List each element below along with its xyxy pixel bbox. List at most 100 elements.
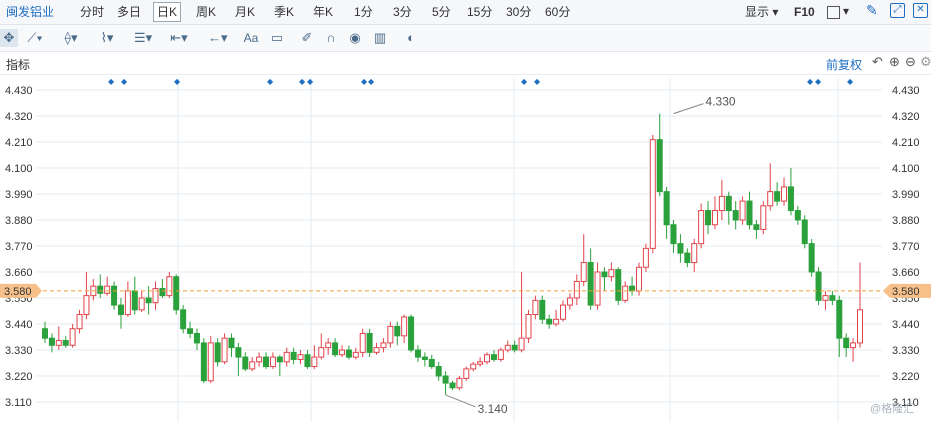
close-icon[interactable]: ✕ <box>913 3 928 18</box>
y-tick-left: 3.330 <box>5 345 33 357</box>
candle-body <box>490 354 497 360</box>
candle-body <box>166 276 173 297</box>
indicator-label[interactable]: 指标 <box>6 56 30 73</box>
event-marker: ◆ <box>807 77 814 86</box>
candle-body <box>214 342 221 363</box>
f10-button[interactable]: F10 <box>794 4 815 20</box>
channel-tool-icon[interactable]: ⟠▾ <box>62 29 80 47</box>
candle-body <box>193 332 200 344</box>
period-tab-5min[interactable]: 5分 <box>432 4 451 20</box>
checkbox-icon[interactable] <box>827 6 840 19</box>
watermark-text: @格隆汇 <box>870 403 915 415</box>
wave-tool-icon[interactable]: ⌇▾ <box>98 29 116 47</box>
trash-icon[interactable]: ▥ <box>371 29 389 47</box>
candle-body <box>207 342 214 382</box>
period-tab-weekly[interactable]: 周K <box>196 4 216 20</box>
y-tick-left: 3.660 <box>5 267 33 279</box>
event-marker: ◆ <box>299 77 306 86</box>
display-dropdown[interactable]: 显示 ▾ <box>745 4 778 20</box>
candle-body <box>857 309 863 344</box>
y-tick-left: 3.990 <box>5 189 33 201</box>
candle-body <box>670 224 677 245</box>
candle-body <box>774 191 781 202</box>
candle-body <box>808 243 815 273</box>
candle-body <box>815 271 822 301</box>
candle-body <box>629 285 636 292</box>
eye-icon[interactable]: ◉ <box>346 29 364 47</box>
candle-body <box>760 205 767 230</box>
high-annotation-line <box>673 103 704 115</box>
candle-body <box>145 297 152 304</box>
period-tab-1min[interactable]: 1分 <box>354 4 373 20</box>
candle-body <box>608 269 615 278</box>
pen-icon[interactable]: ✐ <box>298 29 316 47</box>
y-tick-left: 3.770 <box>5 241 33 253</box>
text-tool-icon[interactable]: Aa <box>242 29 260 47</box>
comment-tool-icon[interactable]: ▭ <box>268 29 286 47</box>
candle-body <box>497 349 504 360</box>
candle-body <box>249 361 256 370</box>
candle-body <box>649 139 656 249</box>
kline-chart[interactable]: 4.430 4.430 4.320 4.320 4.210 4.210 4.100 4.100… <box>0 74 931 422</box>
y-tick-right: 3.880 <box>892 215 920 227</box>
undo-icon[interactable]: ↶ <box>872 54 883 70</box>
candle-body <box>843 337 850 349</box>
settings-icon[interactable]: ⚙ <box>920 54 931 70</box>
period-tab-daily[interactable]: 日K <box>153 2 182 22</box>
period-tab-yearly[interactable]: 年K <box>313 4 333 20</box>
candle-body <box>470 363 477 370</box>
line-tool-icon[interactable]: ⟋▾ <box>26 29 44 47</box>
period-tab-60min[interactable]: 60分 <box>545 4 570 20</box>
period-tab-30min[interactable]: 30分 <box>506 4 531 20</box>
drawing-toolbar: ✥ ⟋▾ ⟠▾ ⌇▾ ☰▾ ⇤▾ ←▾ Aa ▭ ✐ ∩ ◉ ▥ ◐ <box>0 25 931 52</box>
candle-body <box>138 297 145 311</box>
event-marker: ◆ <box>521 77 528 86</box>
candle-body <box>304 354 311 368</box>
period-tab-3min[interactable]: 3分 <box>393 4 412 20</box>
candle-body <box>546 318 553 325</box>
y-tick-right: 3.220 <box>892 371 920 383</box>
candle-body <box>221 337 228 363</box>
chevron-down-icon[interactable]: ▾ <box>843 3 849 19</box>
arrow-tool-icon[interactable]: ←▾ <box>208 29 228 47</box>
candle-body <box>850 342 857 349</box>
candle-body <box>663 191 670 226</box>
period-tab-duori[interactable]: 多日 <box>117 4 141 20</box>
candle-body <box>484 354 491 363</box>
candle-body <box>380 342 387 349</box>
period-tab-fenshi[interactable]: 分时 <box>80 4 104 20</box>
candle-body <box>235 347 242 358</box>
zoom-in-icon[interactable]: ⊕ <box>889 54 900 70</box>
candle-body <box>200 342 207 382</box>
move-icon[interactable]: ✥ <box>0 29 18 47</box>
toggle-icon[interactable]: ◐ <box>402 29 420 47</box>
period-tab-quarterly[interactable]: 季K <box>274 4 294 20</box>
candle-body <box>642 247 649 268</box>
fibonacci-tool-icon[interactable]: ☰▾ <box>134 29 152 47</box>
period-tab-monthly[interactable]: 月K <box>235 4 255 20</box>
candle-body <box>159 288 166 297</box>
period-tab-15min[interactable]: 15分 <box>467 4 492 20</box>
indicator-bar: 指标 前复权 ↶ ⊕ ⊖ ⚙ <box>0 52 931 75</box>
candle-body <box>705 210 712 226</box>
y-tick-right: 4.430 <box>892 85 920 97</box>
candle-body <box>836 299 843 339</box>
range-tool-icon[interactable]: ⇤▾ <box>170 29 188 47</box>
candle-body <box>635 266 642 292</box>
candle-body <box>594 271 601 306</box>
expand-icon[interactable]: ⤢ <box>890 3 905 18</box>
candle-body <box>394 325 401 337</box>
stock-title[interactable]: 闽发铝业 <box>6 4 54 20</box>
candle-body <box>677 243 684 254</box>
candle-body <box>711 210 718 226</box>
magnet-icon[interactable]: ∩ <box>322 29 340 47</box>
brush-icon[interactable]: ✎ <box>866 2 878 18</box>
candle-body <box>822 295 829 301</box>
candle-body <box>553 318 560 325</box>
candle-body <box>111 285 118 306</box>
adjust-mode-label[interactable]: 前复权 <box>826 56 862 73</box>
zoom-out-icon[interactable]: ⊖ <box>905 54 916 70</box>
candle-body <box>131 290 138 311</box>
y-tick-left: 4.320 <box>5 111 33 123</box>
candle-body <box>55 340 62 346</box>
